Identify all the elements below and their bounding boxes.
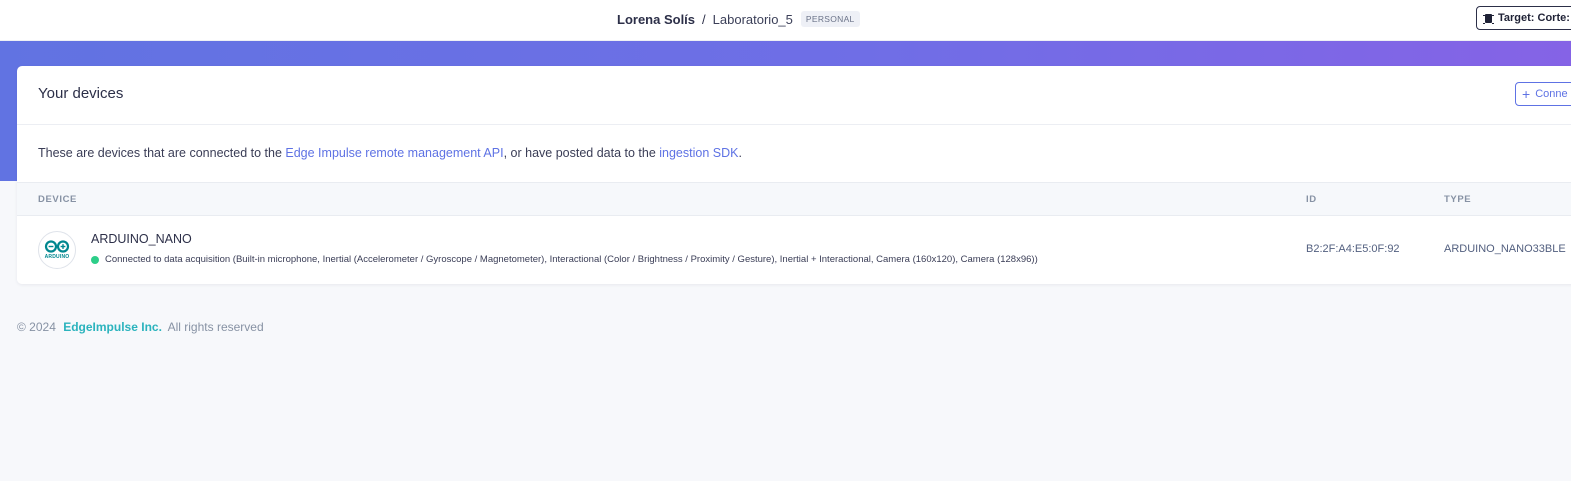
footer: © 2024 EdgeImpulse Inc. All rights reser… (17, 320, 264, 334)
device-status-text: Connected to data acquisition (Built-in … (105, 254, 1038, 265)
column-type[interactable]: TYPE (1444, 194, 1471, 205)
breadcrumb-owner[interactable]: Lorena Solís (617, 12, 695, 27)
table-row[interactable]: ARDUINO ARDUINO_NANO Connected to data a… (17, 216, 1571, 284)
breadcrumb-separator: / (702, 11, 706, 27)
footer-rights: All rights reserved (167, 320, 264, 334)
breadcrumb-project[interactable]: Laboratorio_5 (713, 12, 793, 27)
device-name[interactable]: ARDUINO_NANO (91, 232, 192, 246)
footer-company-link[interactable]: EdgeImpulse Inc. (63, 320, 162, 334)
column-device[interactable]: DEVICE (38, 194, 77, 205)
devices-card: Your devices + Conne These are devices t… (17, 66, 1571, 284)
page: Lorena Solís / Laboratorio_5 PERSONAL Ta… (0, 0, 1571, 481)
devices-description: These are devices that are connected to … (38, 146, 742, 160)
card-title: Your devices (38, 85, 124, 102)
connected-status-dot-icon (91, 255, 99, 264)
breadcrumb: Lorena Solís / Laboratorio_5 PERSONAL (617, 10, 860, 28)
arduino-logo-icon: ARDUINO (38, 231, 76, 269)
infinity-icon (44, 240, 70, 253)
target-button-label: Target: Corte: (1498, 12, 1570, 24)
remote-management-api-link[interactable]: Edge Impulse remote management API (285, 146, 503, 160)
target-button[interactable]: Target: Corte: (1476, 6, 1571, 30)
personal-badge: PERSONAL (800, 11, 860, 27)
column-id[interactable]: ID (1306, 194, 1317, 205)
device-id: B2:2F:A4:E5:0F:92 (1306, 243, 1400, 255)
card-header: Your devices + Conne (17, 66, 1571, 125)
devices-table-header: DEVICE ID TYPE (17, 182, 1571, 216)
description-suffix: . (738, 146, 742, 160)
top-bar: Lorena Solís / Laboratorio_5 PERSONAL Ta… (0, 0, 1571, 41)
device-status: Connected to data acquisition (Built-in … (91, 254, 1038, 265)
chip-icon (1483, 13, 1494, 24)
connect-device-button[interactable]: + Conne (1515, 82, 1571, 106)
description-prefix: These are devices that are connected to … (38, 146, 286, 160)
plus-icon: + (1522, 86, 1531, 102)
connect-button-label: Conne (1535, 88, 1568, 100)
footer-copyright: © 2024 (17, 320, 56, 334)
ingestion-sdk-link[interactable]: ingestion SDK (659, 146, 738, 160)
description-middle: , or have posted data to the (503, 146, 660, 160)
device-type: ARDUINO_NANO33BLE (1444, 243, 1566, 255)
arduino-logo-text: ARDUINO (44, 254, 70, 260)
